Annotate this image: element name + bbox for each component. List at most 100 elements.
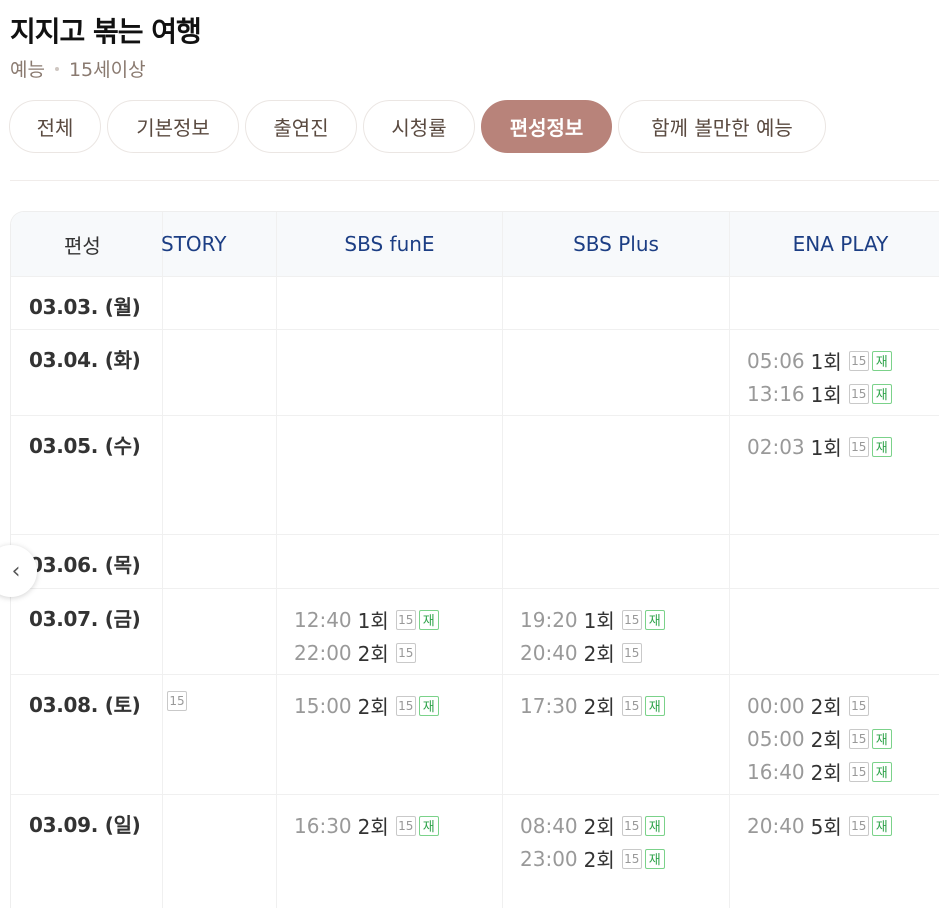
episode-number: 2회 bbox=[583, 695, 615, 719]
schedule-cell bbox=[162, 795, 276, 908]
program-meta: 예능 15세이상 bbox=[10, 55, 146, 82]
schedule-cell: 02:03 1회 15 재 bbox=[729, 416, 939, 534]
rerun-badge: 재 bbox=[644, 609, 665, 630]
rerun-badge: 재 bbox=[871, 728, 892, 749]
schedule-cell: 05:06 1회 15 재 13:16 1회 15 재 bbox=[729, 330, 939, 415]
broadcast-entry: 02:03 1회 15 재 bbox=[747, 432, 892, 461]
age-rating-badge: 15 bbox=[621, 609, 642, 630]
age-rating-badge: 15 bbox=[395, 815, 416, 836]
episode-number: 2회 bbox=[357, 695, 389, 719]
date-label: 03.05. (수) bbox=[29, 434, 141, 458]
broadcast-entry: 13:16 1회 15 재 bbox=[747, 379, 892, 408]
table-row: 03.03. (월) bbox=[11, 276, 939, 329]
schedule-cell bbox=[502, 535, 729, 588]
age-rating-badge: 15 bbox=[395, 609, 416, 630]
age-rating-badge: 15 bbox=[848, 350, 869, 371]
rerun-badge: 재 bbox=[418, 695, 439, 716]
chevron-left-icon: ‹ bbox=[11, 558, 21, 584]
header-cell-channel: SBS Plus bbox=[502, 212, 729, 276]
program-title: 지지고 볶는 여행 bbox=[10, 15, 202, 48]
date-label: 03.04. (화) bbox=[29, 348, 141, 372]
date-label: 03.07. (금) bbox=[29, 607, 141, 631]
schedule-cell bbox=[276, 330, 502, 415]
schedule-cell: 12:40 1회 15 재 22:00 2회 15 bbox=[276, 589, 502, 674]
divider bbox=[10, 180, 939, 181]
age-rating-badge: 15 bbox=[621, 815, 642, 836]
table-row: 03.07. (금) 12:40 1회 15 재 22:00 2회 15 19:20 1회 15 재 2… bbox=[11, 588, 939, 674]
tab-4[interactable]: 편성정보 bbox=[481, 100, 612, 153]
header-cell-channel: ENA PLAY bbox=[729, 212, 939, 276]
episode-number: 2회 bbox=[583, 848, 615, 872]
schedule-cell bbox=[729, 277, 939, 329]
schedule-cell bbox=[502, 277, 729, 329]
broadcast-time: 20:40 bbox=[520, 640, 578, 665]
date-cell: 03.03. (월) bbox=[11, 277, 162, 329]
episode-number: 1회 bbox=[357, 609, 389, 633]
rerun-badge: 재 bbox=[418, 609, 439, 630]
episode-number: 5회 bbox=[810, 815, 842, 839]
schedule-cell: 00:00 2회 15 05:00 2회 15 재 16:40 2회 15 재 bbox=[729, 675, 939, 794]
table-row: 03.05. (수) 02:03 1회 15 재 bbox=[11, 415, 939, 534]
rerun-badge: 재 bbox=[644, 848, 665, 869]
schedule-table: 편성 STORY SBS funE SBS Plus ENA PLAY 03.03. (월… bbox=[10, 211, 939, 908]
channel-name: STORY bbox=[161, 232, 227, 256]
schedule-cell: 19:20 1회 15 재 20:40 2회 15 bbox=[502, 589, 729, 674]
schedule-cell: 17:30 2회 15 재 bbox=[502, 675, 729, 794]
separator-dot bbox=[54, 66, 59, 71]
header-cell-label: 편성 bbox=[11, 212, 162, 276]
channel-name: ENA PLAY bbox=[792, 232, 889, 256]
schedule-cell: 15:00 2회 15 재 bbox=[276, 675, 502, 794]
rerun-badge: 재 bbox=[871, 436, 892, 457]
tab-5[interactable]: 함께 볼만한 예능 bbox=[618, 100, 826, 153]
broadcast-entry: 16:30 2회 15 재 bbox=[294, 811, 439, 840]
episode-number: 1회 bbox=[810, 350, 842, 374]
broadcast-time: 08:40 bbox=[520, 813, 578, 838]
episode-number: 1회 bbox=[810, 436, 842, 460]
genre-label: 예능 bbox=[10, 59, 45, 81]
table-row: 03.06. (목) bbox=[11, 534, 939, 588]
date-cell: 03.09. (일) bbox=[11, 795, 162, 908]
age-rating-badge: 15 bbox=[621, 642, 642, 663]
broadcast-time: 19:20 bbox=[520, 607, 578, 632]
broadcast-time: 22:00 bbox=[294, 640, 352, 665]
schedule-cell bbox=[729, 589, 939, 674]
broadcast-entry: 15 bbox=[167, 691, 187, 711]
broadcast-time: 23:00 bbox=[520, 846, 578, 871]
episode-number: 2회 bbox=[357, 642, 389, 666]
broadcast-entry: 20:40 2회 15 bbox=[520, 638, 642, 667]
date-label: 03.06. (목) bbox=[29, 553, 141, 577]
table-row: 03.09. (일) 16:30 2회 15 재 08:40 2회 15 재 23:00 2회 15 재… bbox=[11, 794, 939, 908]
date-cell: 03.07. (금) bbox=[11, 589, 162, 674]
broadcast-time: 05:06 bbox=[747, 348, 805, 373]
broadcast-entry: 15:00 2회 15 재 bbox=[294, 691, 439, 720]
rerun-badge: 재 bbox=[871, 815, 892, 836]
broadcast-entry: 08:40 2회 15 재 bbox=[520, 811, 665, 840]
schedule-cell bbox=[276, 277, 502, 329]
broadcast-entry: 16:40 2회 15 재 bbox=[747, 757, 892, 786]
episode-number: 2회 bbox=[810, 695, 842, 719]
episode-number: 2회 bbox=[810, 728, 842, 752]
age-rating-badge: 15 bbox=[848, 761, 869, 782]
date-label: 03.03. (월) bbox=[29, 295, 141, 319]
rerun-badge: 재 bbox=[871, 761, 892, 782]
broadcast-entry: 23:00 2회 15 재 bbox=[520, 844, 665, 873]
rating-label: 15세이상 bbox=[68, 59, 146, 81]
header-cell-channel: STORY bbox=[161, 212, 276, 276]
broadcast-entry: 05:00 2회 15 재 bbox=[747, 724, 892, 753]
broadcast-time: 05:00 bbox=[747, 726, 805, 751]
tab-1[interactable]: 기본정보 bbox=[107, 100, 239, 153]
schedule-cell bbox=[162, 416, 276, 534]
tab-2[interactable]: 출연진 bbox=[245, 100, 357, 153]
broadcast-time: 17:30 bbox=[520, 693, 578, 718]
age-rating-badge: 15 bbox=[848, 383, 869, 404]
schedule-cell bbox=[276, 416, 502, 534]
tab-0[interactable]: 전체 bbox=[9, 100, 101, 153]
age-rating-badge: 15 bbox=[395, 642, 416, 663]
age-rating-badge: 15 bbox=[848, 695, 869, 716]
header-cell-channel: SBS funE bbox=[276, 212, 502, 276]
episode-number: 2회 bbox=[810, 761, 842, 785]
rerun-badge: 재 bbox=[644, 695, 665, 716]
tab-3[interactable]: 시청률 bbox=[363, 100, 475, 153]
schedule-cell: 15 bbox=[162, 675, 276, 794]
schedule-cell bbox=[502, 330, 729, 415]
